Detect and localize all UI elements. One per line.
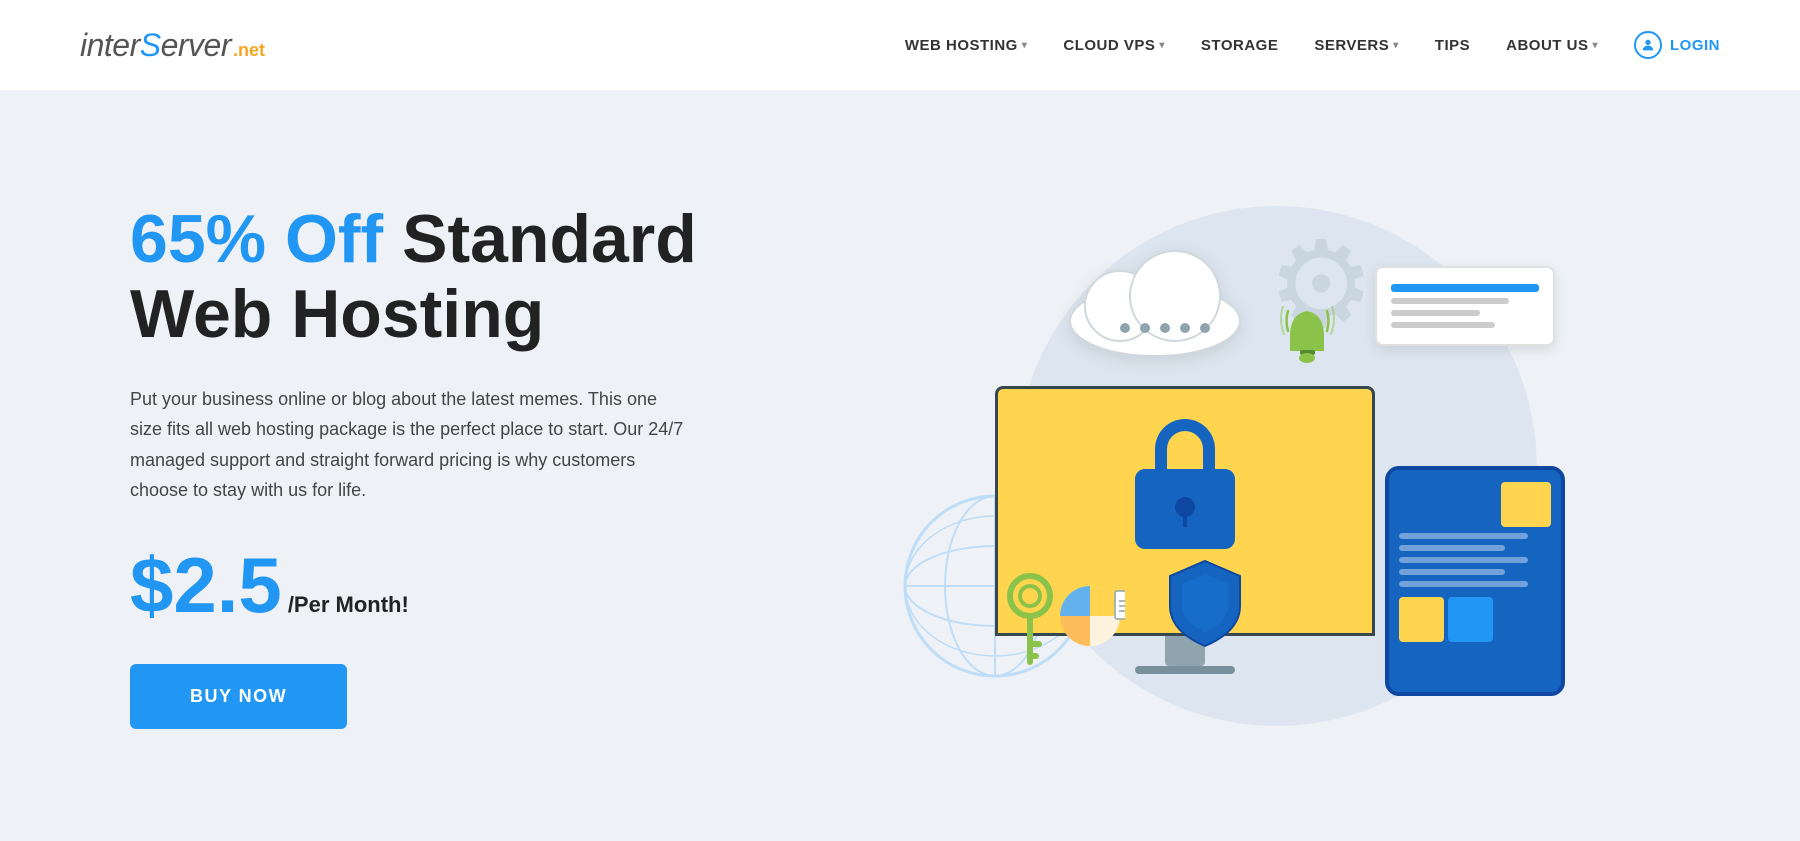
monitor-foot: [1135, 666, 1235, 674]
hero-price: $2.5 /Per Month!: [130, 546, 750, 624]
tablet-line: [1399, 569, 1505, 575]
hero-headline-highlight: 65% Off: [130, 201, 383, 277]
logo-net: .net: [233, 40, 265, 61]
tablet-line: [1399, 557, 1528, 563]
hero-content: 65% Off StandardWeb Hosting Put your bus…: [130, 202, 750, 729]
illustration-container: ⚙: [855, 166, 1615, 766]
logo-inter: interServer: [80, 27, 231, 64]
notif-line-gray2: [1391, 310, 1480, 316]
nav-storage[interactable]: STORAGE: [1201, 37, 1278, 54]
nav-cloud-vps[interactable]: CLOUD VPS ▾: [1063, 37, 1165, 54]
notif-line-blue: [1391, 284, 1539, 292]
tablet-line: [1399, 533, 1528, 539]
chevron-down-icon: ▾: [1022, 40, 1028, 51]
tablet-line: [1399, 545, 1505, 551]
notification-card: [1375, 266, 1555, 346]
pie-chart-icon: [1055, 581, 1125, 656]
cloud-icon: [1055, 246, 1255, 361]
notif-line-gray3: [1391, 322, 1495, 328]
hero-description: Put your business online or blog about t…: [130, 384, 690, 506]
hero-section: 65% Off StandardWeb Hosting Put your bus…: [0, 90, 1800, 841]
nav-servers[interactable]: SERVERS ▾: [1314, 37, 1398, 54]
padlock-icon: [1135, 419, 1235, 549]
nav-web-hosting[interactable]: WEB HOSTING ▾: [905, 37, 1028, 54]
chevron-down-icon: ▾: [1159, 40, 1165, 51]
key-icon: [1000, 571, 1060, 676]
tablet-icon: [1385, 466, 1565, 696]
nav-tips[interactable]: TIPS: [1435, 37, 1470, 54]
hero-headline: 65% Off StandardWeb Hosting: [130, 202, 750, 352]
chevron-down-icon: ▾: [1393, 40, 1399, 51]
nav-about-us[interactable]: ABOUT US ▾: [1506, 37, 1598, 54]
main-nav: WEB HOSTING ▾ CLOUD VPS ▾ STORAGE SERVER…: [905, 31, 1720, 59]
bell-icon: [1280, 306, 1335, 381]
tablet-line: [1399, 581, 1528, 587]
buy-now-button[interactable]: BUY NOW: [130, 664, 347, 729]
user-icon: [1634, 31, 1662, 59]
notif-line-gray1: [1391, 298, 1509, 304]
price-suffix: /Per Month!: [288, 592, 409, 618]
price-amount: $2.5: [130, 546, 282, 624]
header: interServer .net WEB HOSTING ▾ CLOUD VPS…: [0, 0, 1800, 90]
hero-illustration: ⚙: [750, 166, 1720, 766]
chevron-down-icon: ▾: [1592, 40, 1598, 51]
login-button[interactable]: LOGIN: [1634, 31, 1720, 59]
shield-icon: [1165, 556, 1245, 656]
tablet: [1385, 466, 1565, 696]
logo[interactable]: interServer .net: [80, 27, 265, 64]
